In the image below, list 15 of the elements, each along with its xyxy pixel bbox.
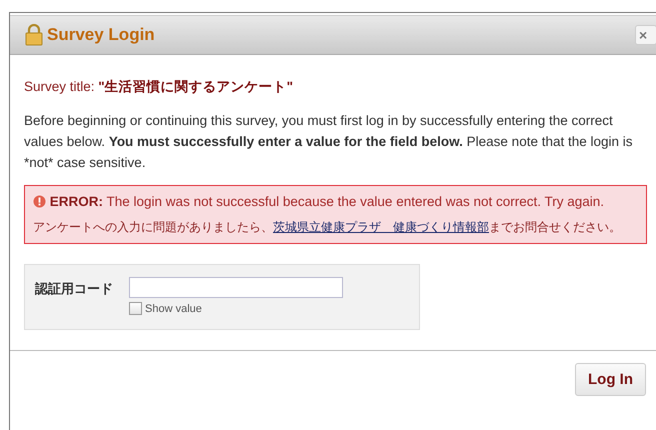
instructions: Before beginning or continuing this survey, you must first log in by successfully entering the correct values below. You must successfully enter a value for the field below. Please note that the login is *not* case sensitive. [24,112,634,172]
checkbox-label: Show value [145,302,202,314]
close-button[interactable]: × [635,25,656,45]
padlock-icon [25,24,43,46]
log-in-button[interactable]: Log In [575,363,646,396]
dialog-title: Survey Login [47,25,155,45]
contact-text: アンケートへの入力に問題がありましたら、 [33,220,273,234]
field-label: 認証用コード [35,280,114,298]
contact-text: までお問合せください。 [489,220,621,234]
contact-link[interactable]: 茨城県立健康プラザ 健康づくり情報部 [273,220,489,234]
error-message: ERROR: The login was not successful because the value entered was not correct. Try again. [50,194,604,209]
alert-icon [33,195,46,208]
survey-title: Survey title: "生活習慣に関するアンケート" [24,78,294,96]
checkbox[interactable] [129,302,142,315]
input-field[interactable] [129,277,343,298]
